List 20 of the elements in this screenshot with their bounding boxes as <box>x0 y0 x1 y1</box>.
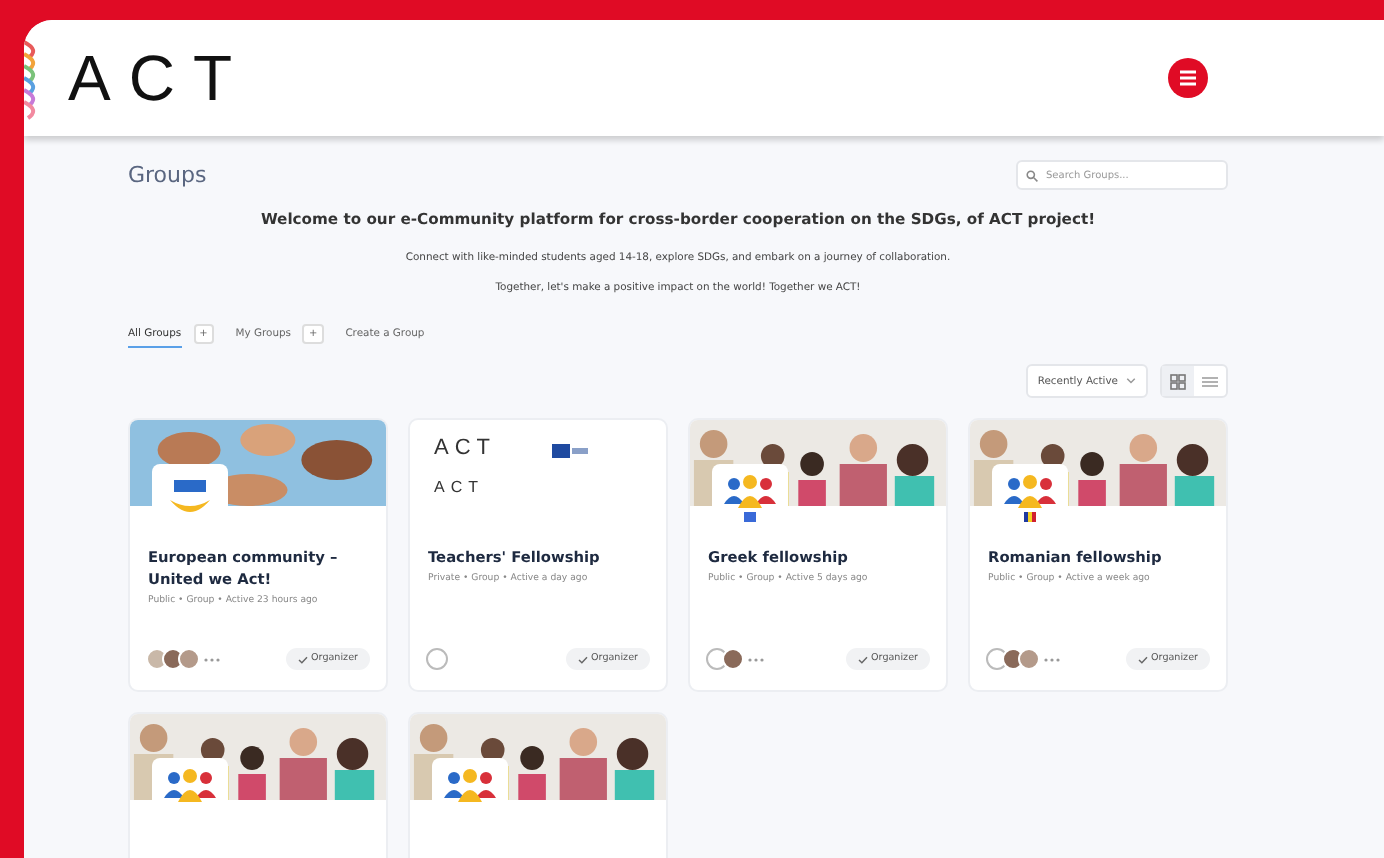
member-avatar[interactable] <box>986 648 1008 670</box>
logo-text: ACT <box>434 477 486 499</box>
menu-icon <box>1178 70 1198 86</box>
grid-view-button[interactable] <box>1162 366 1194 396</box>
logo-text: ACT <box>434 436 496 464</box>
logo-text[interactable]: ACT <box>68 41 250 115</box>
search-icon <box>1026 170 1038 182</box>
page-title: Groups <box>128 162 207 188</box>
check-icon <box>297 655 308 663</box>
grid-icon <box>1170 373 1186 389</box>
people-icon <box>722 472 778 524</box>
menu-button[interactable] <box>1168 58 1208 98</box>
caret-icon <box>1126 378 1136 384</box>
people-icon <box>1002 472 1058 524</box>
check-icon <box>857 655 868 663</box>
check-icon <box>577 655 588 663</box>
list-icon <box>1202 375 1218 387</box>
flag-icon <box>552 444 588 458</box>
check-icon <box>1137 655 1148 663</box>
member-avatar[interactable] <box>706 648 728 670</box>
